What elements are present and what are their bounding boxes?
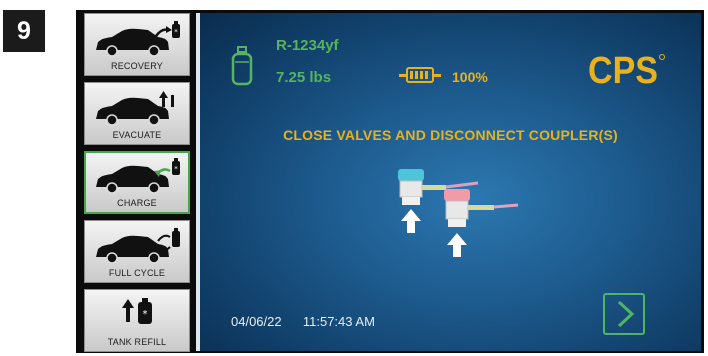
date-time: 04/06/22 11:57:43 AM [231, 314, 375, 329]
tank-refill-button[interactable]: * TANK REFILL [84, 289, 190, 352]
sidebar-item-label: FULL CYCLE [108, 268, 166, 278]
mode-sidebar: * RECOVERY EVACUATE * CHARGE FULL CYCLE … [84, 13, 196, 352]
cps-logo: CPS [588, 50, 665, 89]
car-evacuate-icon [96, 91, 174, 126]
sidebar-item-label: EVACUATE [112, 130, 162, 140]
car-full-cycle-icon [96, 228, 180, 264]
tank-weight: 7.25 lbs [276, 69, 332, 86]
chevron-right-icon [617, 300, 635, 328]
svg-text:*: * [174, 165, 178, 173]
charge-button[interactable]: * CHARGE [84, 151, 190, 214]
next-button[interactable] [603, 293, 645, 335]
evacuate-button[interactable]: EVACUATE [84, 82, 190, 145]
recovery-button[interactable]: * RECOVERY [84, 13, 190, 76]
instruction-text: CLOSE VALVES AND DISCONNECT COUPLER(S) [283, 127, 618, 143]
time-text: 11:57:43 AM [302, 314, 375, 329]
couplers-illustration-icon [398, 169, 519, 257]
main-screen: R-1234yf 7.25 lbs 100% CPS CLOSE VALVES … [200, 13, 701, 351]
svg-text:*: * [143, 309, 148, 320]
battery-percent: 100% [452, 69, 488, 85]
full-cycle-button[interactable]: FULL CYCLE [84, 220, 190, 283]
date-text: 04/06/22 [231, 314, 282, 329]
sidebar-item-label: CHARGE [117, 198, 157, 208]
svg-text:*: * [174, 28, 178, 36]
car-charge-icon: * [96, 158, 180, 194]
car-recovery-icon: * [96, 21, 180, 57]
sidebar-item-label: TANK REFILL [107, 337, 167, 347]
refrigerant-type: R-1234yf [276, 37, 339, 54]
refrigerant-tank-icon [231, 46, 253, 86]
svg-text:CPS: CPS [588, 50, 658, 89]
battery-icon [399, 67, 441, 83]
sidebar-item-label: RECOVERY [111, 61, 163, 71]
tank-refill-icon: * [122, 298, 152, 324]
step-number-badge: 9 [3, 10, 45, 52]
